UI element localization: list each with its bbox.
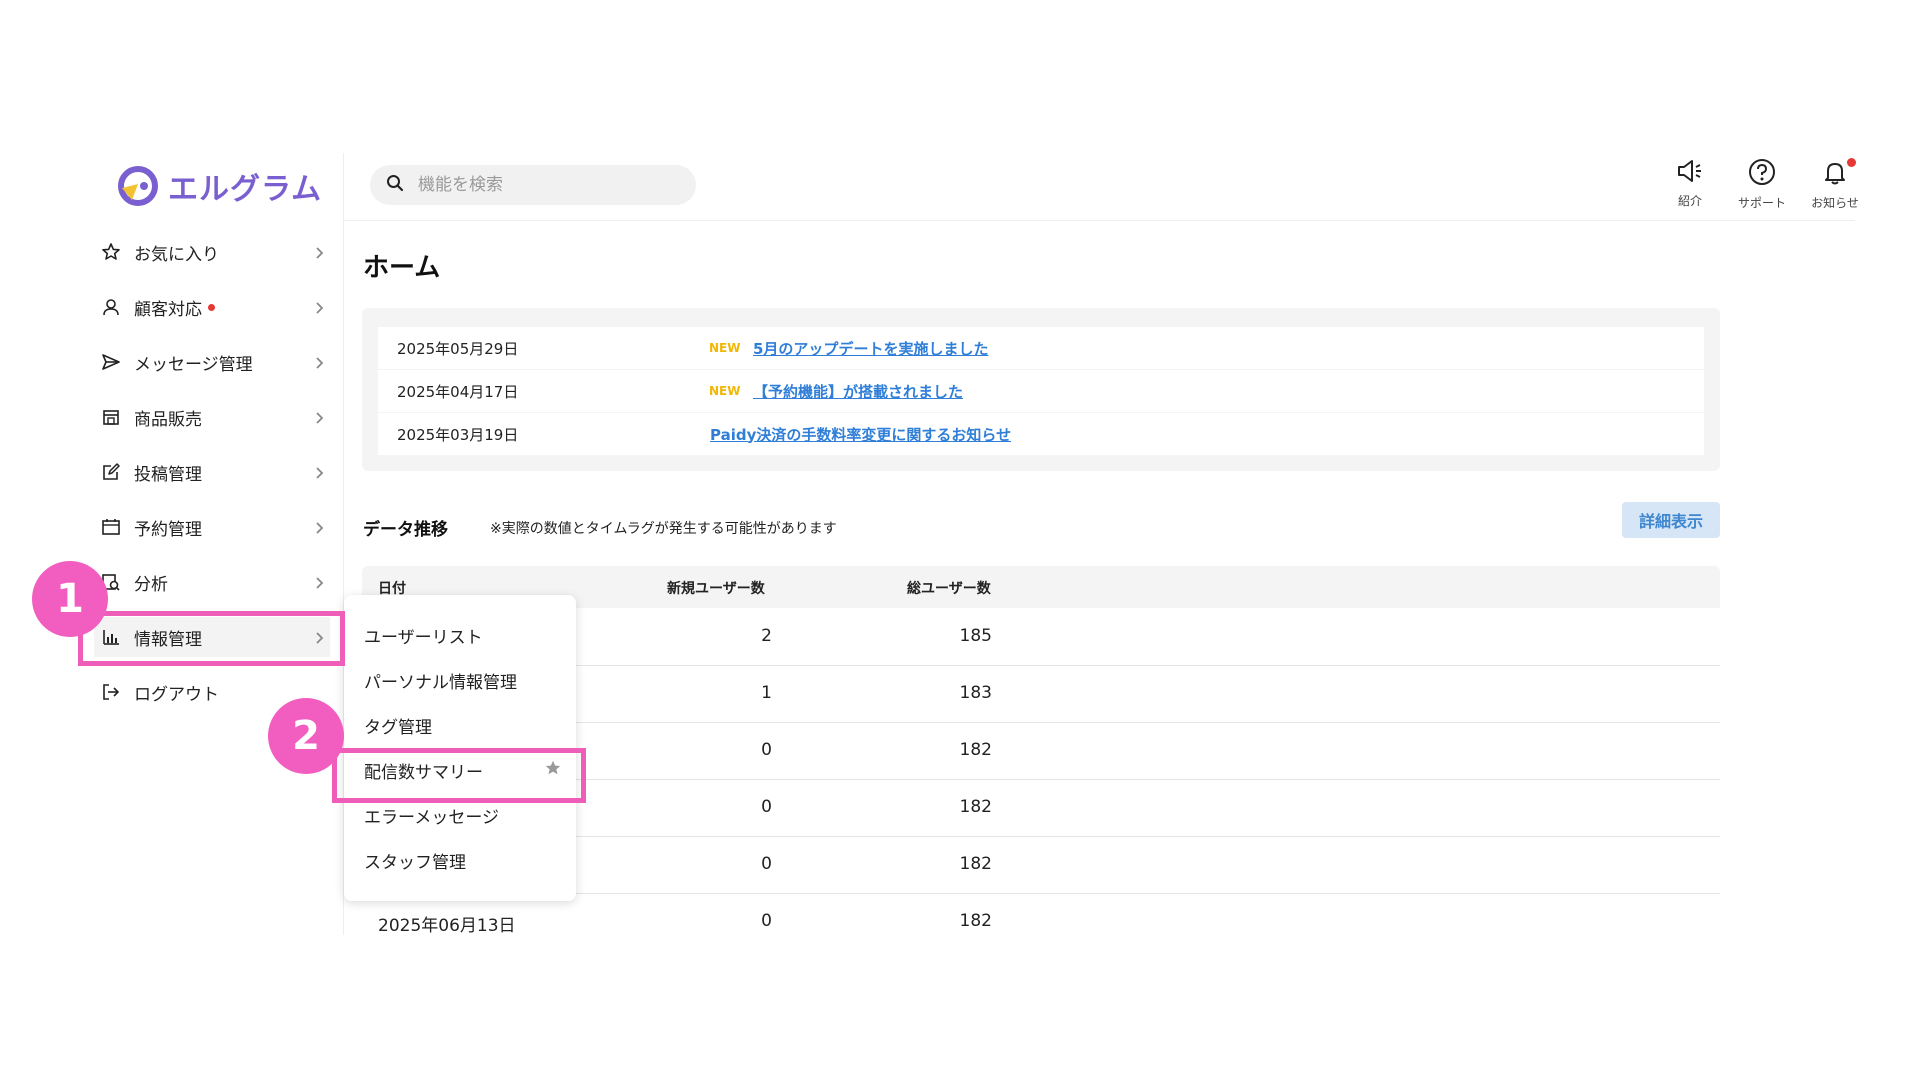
cell-new-users: 1: [761, 683, 772, 703]
sidebar-item-label: 分析: [134, 574, 168, 595]
notification-dot: [1847, 158, 1856, 167]
sidebar-item-label: 商品販売: [134, 409, 202, 430]
notice-row: 2025年03月19日 Paidy決済の手数料率変更に関するお知らせ: [378, 413, 1704, 455]
cell-new-users: 0: [761, 854, 772, 874]
cell-new-users: 0: [761, 911, 772, 931]
chevron-right-icon: [312, 300, 326, 314]
cell-total-users: 183: [959, 683, 992, 703]
megaphone-icon: [1676, 158, 1704, 188]
star-icon: [100, 241, 122, 263]
notice-row: 2025年04月17日 NEW 【予約機能】が搭載されました: [378, 370, 1704, 412]
page-title: ホーム: [363, 253, 441, 283]
highlight-box-step2: [332, 748, 586, 803]
edit-icon: [100, 461, 122, 483]
cell-new-users: 0: [761, 740, 772, 760]
sidebar-item-analytics[interactable]: 分析: [100, 562, 330, 602]
sidebar-item-label: 顧客対応: [134, 299, 202, 320]
chevron-right-icon: [312, 410, 326, 424]
search-bar[interactable]: [370, 165, 696, 205]
highlight-box-step1: [78, 611, 345, 666]
chevron-right-icon: [312, 575, 326, 589]
section-title: データ推移: [363, 520, 448, 540]
intro-button[interactable]: 紹介: [1655, 158, 1725, 209]
search-input[interactable]: [418, 175, 668, 195]
send-icon: [100, 351, 122, 373]
notice-link[interactable]: 5月のアップデートを実施しました: [753, 338, 988, 359]
detail-button[interactable]: 詳細表示: [1622, 502, 1720, 538]
new-badge: NEW: [709, 384, 741, 398]
chevron-right-icon: [312, 355, 326, 369]
support-label: サポート: [1737, 196, 1786, 210]
cell-new-users: 2: [761, 626, 772, 646]
cell-total-users: 182: [959, 797, 992, 817]
chevron-right-icon: [312, 245, 326, 259]
sidebar-item-reservations[interactable]: 予約管理: [100, 507, 330, 547]
step-badge-2: 2: [268, 698, 344, 774]
alert-dot: [208, 303, 215, 311]
logo-mark-icon: [118, 166, 158, 206]
logout-icon: [100, 681, 122, 703]
sidebar-item-label: 予約管理: [134, 519, 202, 540]
cell-total-users: 185: [959, 626, 992, 646]
notice-date: 2025年04月17日: [397, 382, 519, 401]
cell-total-users: 182: [959, 911, 992, 931]
table-row: 2025年06月13日 0 182: [362, 894, 1720, 951]
sidebar-item-customer-support[interactable]: 顧客対応: [100, 287, 330, 327]
column-header-new-users: 新規ユーザー数: [667, 581, 765, 597]
cell-total-users: 182: [959, 740, 992, 760]
notifications-label: お知らせ: [1811, 196, 1859, 210]
submenu-item-error-messages[interactable]: エラーメッセージ: [364, 803, 499, 828]
search-icon: [386, 174, 404, 196]
sidebar-item-label: メッセージ管理: [134, 354, 253, 375]
chevron-right-icon: [312, 465, 326, 479]
logo-text: エルグラム: [168, 172, 323, 207]
calendar-icon: [100, 516, 122, 538]
sidebar-item-label: お気に入り: [134, 244, 219, 265]
cell-new-users: 0: [761, 797, 772, 817]
bell-icon: [1821, 158, 1849, 190]
submenu-item-personal-info[interactable]: パーソナル情報管理: [364, 668, 517, 693]
sidebar-item-posts[interactable]: 投稿管理: [100, 452, 330, 492]
sidebar-item-messages[interactable]: メッセージ管理: [100, 342, 330, 382]
app-logo[interactable]: エルグラム: [118, 164, 322, 208]
section-note: ※実際の数値とタイムラグが発生する可能性があります: [490, 521, 837, 537]
chevron-right-icon: [312, 520, 326, 534]
user-icon: [100, 296, 122, 318]
submenu-item-staff[interactable]: スタッフ管理: [364, 848, 466, 873]
notice-date: 2025年03月19日: [397, 425, 519, 444]
header-divider: [343, 220, 1855, 221]
notice-row: 2025年05月29日 NEW 5月のアップデートを実施しました: [378, 327, 1704, 369]
store-icon: [100, 406, 122, 428]
cell-total-users: 182: [959, 854, 992, 874]
submenu-item-user-list[interactable]: ユーザーリスト: [364, 623, 483, 648]
submenu-item-tags[interactable]: タグ管理: [364, 713, 432, 738]
intro-label: 紹介: [1677, 194, 1702, 208]
help-circle-icon: [1748, 158, 1776, 190]
notice-date: 2025年05月29日: [397, 339, 519, 358]
new-badge: NEW: [709, 341, 741, 355]
step-badge-1: 1: [32, 561, 108, 637]
column-header-total-users: 総ユーザー数: [907, 581, 991, 597]
sidebar-item-label: 投稿管理: [134, 464, 202, 485]
sidebar-item-sales[interactable]: 商品販売: [100, 397, 330, 437]
sidebar-item-label-wrap: 顧客対応: [134, 295, 312, 320]
notifications-button[interactable]: お知らせ: [1800, 158, 1870, 211]
support-button[interactable]: サポート: [1727, 158, 1797, 211]
notice-link[interactable]: Paidy決済の手数料率変更に関するお知らせ: [710, 424, 1011, 445]
cell-date: 2025年06月13日: [378, 916, 516, 936]
sidebar-item-favorites[interactable]: お気に入り: [100, 232, 330, 272]
notice-link[interactable]: 【予約機能】が搭載されました: [753, 381, 963, 402]
